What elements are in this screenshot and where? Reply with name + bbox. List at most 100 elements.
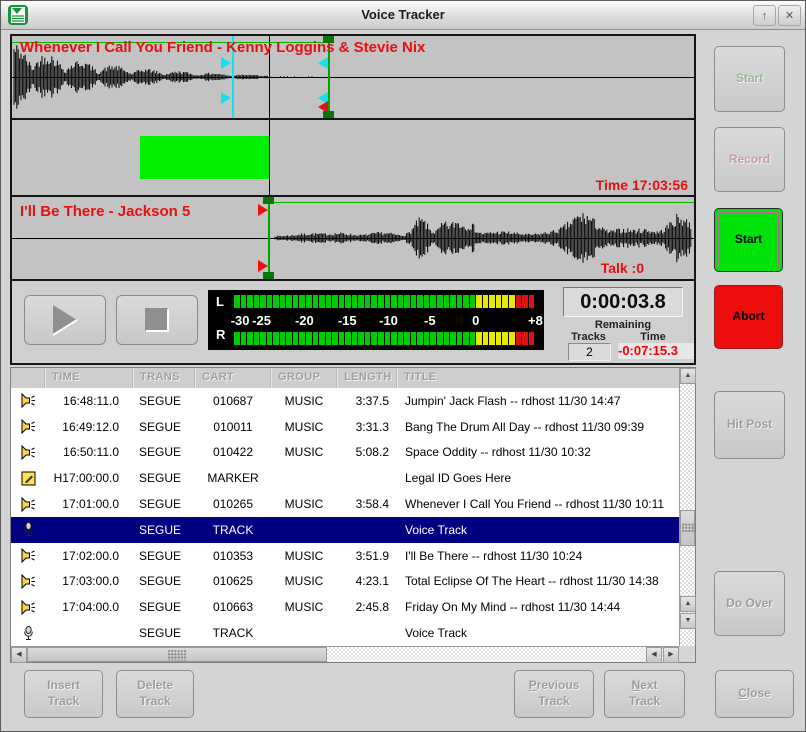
vu-segment	[483, 332, 489, 345]
vu-segment	[286, 332, 292, 345]
start-button[interactable]: Start	[714, 208, 783, 272]
hit-post-button[interactable]: Hit Post	[714, 391, 785, 459]
vu-segment	[247, 332, 253, 345]
record-button[interactable]: Record	[714, 127, 785, 192]
log-row[interactable]: H17:00:00.0SEGUEMARKERLegal ID Goes Here	[11, 465, 679, 491]
log-cell-trans: SEGUE	[133, 394, 195, 408]
log-cell-length: 3:31.3	[337, 420, 397, 434]
horizontal-scroll-thumb[interactable]	[27, 647, 327, 662]
log-cell-time: 16:48:11.0	[45, 394, 133, 408]
log-cell-title: Legal ID Goes Here	[397, 471, 679, 485]
voicetrack-panel[interactable]: Time 17:03:56	[12, 120, 694, 197]
log-cell-time: 17:01:00.0	[45, 497, 133, 511]
vu-segment	[313, 295, 319, 308]
track2-start-line[interactable]	[268, 197, 270, 279]
vu-segment	[332, 332, 338, 345]
vertical-scrollbar[interactable]: ▲ ▲ ▼	[679, 368, 695, 646]
stop-button[interactable]	[116, 295, 198, 345]
start-handle-top[interactable]	[263, 197, 274, 204]
vu-segment	[483, 295, 489, 308]
vu-segment	[522, 295, 528, 308]
log-cell-title: Whenever I Call You Friend -- rdhost 11/…	[397, 497, 679, 511]
column-header-time: TIME	[45, 368, 133, 388]
vu-segment	[260, 332, 266, 345]
play-icon	[48, 302, 82, 338]
log-row[interactable]: 16:50:11.0SEGUE010422MUSIC5:08.2Space Od…	[11, 440, 679, 466]
vu-segment	[463, 332, 469, 345]
close-button[interactable]: Close	[715, 670, 794, 718]
microphone-icon	[20, 521, 37, 538]
scroll-left-icon[interactable]: ◀	[11, 647, 27, 663]
next-track-button[interactable]: NextTrack	[604, 670, 685, 718]
remaining-tracks-value: 2	[568, 343, 611, 361]
shade-window-icon[interactable]: ↑	[753, 5, 776, 26]
vu-segment	[424, 295, 430, 308]
delete-track-button[interactable]: DeleteTrack	[116, 670, 194, 718]
vu-segment	[358, 332, 364, 345]
log-cell-group: MUSIC	[271, 574, 337, 588]
log-row[interactable]: SEGUETRACKVoice Track	[11, 620, 679, 646]
vu-segment	[437, 295, 443, 308]
log-row[interactable]: 17:03:00.0SEGUE010625MUSIC4:23.1Total Ec…	[11, 569, 679, 595]
vu-segment	[417, 332, 423, 345]
log-cell-cart: TRACK	[195, 523, 271, 537]
scroll-up-icon[interactable]: ▲	[680, 368, 696, 384]
vu-segment	[286, 295, 292, 308]
insert-track-button[interactable]: InsertTrack	[24, 670, 103, 718]
log-cell-group: MUSIC	[271, 549, 337, 563]
log-body: 16:48:11.0SEGUE010687MUSIC3:37.5Jumpin' …	[11, 388, 679, 646]
track2-waveform-panel[interactable]: I'll Be There - Jackson 5 Talk :0	[12, 197, 694, 281]
end-marker-icon[interactable]	[318, 101, 328, 113]
vu-scale-label: -5	[424, 313, 436, 328]
previous-track-button[interactable]: PreviousTrack	[514, 670, 594, 718]
start-marker-icon[interactable]	[258, 204, 268, 216]
fade-marker-icon[interactable]	[318, 57, 328, 69]
vu-segment	[241, 332, 247, 345]
vu-segment	[457, 332, 463, 345]
close-window-icon[interactable]: ✕	[778, 5, 801, 26]
abort-button[interactable]: Abort	[714, 285, 783, 349]
log-cell-length: 3:37.5	[337, 394, 397, 408]
log-cell-title: Voice Track	[397, 626, 679, 640]
log-cell-icon	[11, 418, 45, 435]
vu-segment	[450, 295, 456, 308]
track1-waveform-panel[interactable]: Whenever I Call You Friend - Kenny Loggi…	[12, 36, 694, 120]
vu-scale-label: -25	[252, 313, 271, 328]
log-row[interactable]: 16:48:11.0SEGUE010687MUSIC3:37.5Jumpin' …	[11, 388, 679, 414]
start-marker-icon[interactable]	[258, 260, 268, 272]
scroll-down-icon[interactable]: ▼	[680, 613, 696, 629]
remaining-label: Remaining	[557, 319, 689, 331]
log-cell-group: MUSIC	[271, 600, 337, 614]
horizontal-scrollbar[interactable]: ◀ ◀ ▶	[11, 646, 679, 662]
voicetrack-region[interactable]	[140, 136, 269, 179]
vu-segment	[299, 332, 305, 345]
scroll-right-icon[interactable]: ▶	[663, 647, 679, 663]
log-row[interactable]: 17:04:00.0SEGUE010663MUSIC2:45.8Friday O…	[11, 594, 679, 620]
cue-marker-icon[interactable]	[221, 92, 231, 104]
vu-segment	[489, 332, 495, 345]
log-cell-icon	[11, 599, 45, 616]
log-cell-title: Friday On My Mind -- rdhost 11/30 14:44	[397, 600, 679, 614]
vu-segment	[385, 332, 391, 345]
log-cell-cart: 010625	[195, 574, 271, 588]
start-handle-bottom[interactable]	[263, 272, 274, 279]
scroll-left-icon[interactable]: ◀	[646, 647, 662, 663]
vu-segment	[509, 332, 515, 345]
scroll-up-icon[interactable]: ▲	[680, 596, 696, 612]
log-row[interactable]: 17:01:00.0SEGUE010265MUSIC3:58.4Whenever…	[11, 491, 679, 517]
log-row[interactable]: 16:49:12.0SEGUE010011MUSIC3:31.3Bang The…	[11, 414, 679, 440]
do-over-button[interactable]: Do Over	[714, 571, 785, 636]
vu-segment	[457, 295, 463, 308]
log-table: TIME TRANS CART GROUP LENGTH TITLE 16:48…	[10, 367, 696, 663]
play-button[interactable]	[24, 295, 106, 345]
vu-scale-label: -15	[338, 313, 357, 328]
vertical-scroll-thumb[interactable]	[680, 510, 695, 546]
vu-segment	[345, 295, 351, 308]
column-header-icon	[11, 368, 45, 388]
log-cell-time: 17:03:00.0	[45, 574, 133, 588]
log-row[interactable]: SEGUETRACKVoice Track	[11, 517, 679, 543]
cue-marker-icon[interactable]	[221, 57, 231, 69]
start-segue-button[interactable]: Start	[714, 46, 785, 112]
log-cell-cart: TRACK	[195, 626, 271, 640]
log-row[interactable]: 17:02:00.0SEGUE010353MUSIC3:51.9I'll Be …	[11, 543, 679, 569]
